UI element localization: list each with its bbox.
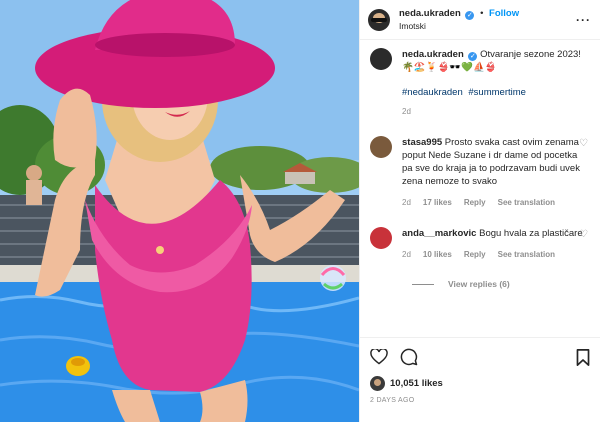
comments-section: neda.ukraden ✓ Otvaranje sezone 2023! 🌴🏖… <box>360 48 600 289</box>
post-photo[interactable] <box>0 0 359 422</box>
hashtag-link[interactable]: #nedaukraden <box>402 87 463 98</box>
commenter-username[interactable]: stasa995 <box>402 137 442 148</box>
hashtag-link[interactable]: #summertime <box>468 87 526 98</box>
comment-heart-icon[interactable]: ♡ <box>579 229 588 240</box>
comment-text: Bogu hvala za plastičare <box>479 228 583 239</box>
post-sidebar: neda.ukraden ✓ • Follow Imotski ··· neda… <box>359 0 600 422</box>
post-actions: 10,051 likes 2 DAYS AGO <box>360 337 600 404</box>
more-options-icon[interactable]: ··· <box>576 13 591 27</box>
replies-divider <box>412 283 434 285</box>
comment-time: 2d <box>402 198 411 207</box>
comment-meta: 2d 10 likes Reply See translation <box>402 248 587 261</box>
comment-time: 2d <box>402 250 411 259</box>
see-translation-button[interactable]: See translation <box>498 196 555 209</box>
follow-button[interactable]: Follow <box>489 8 519 19</box>
commenter-username[interactable]: anda__markovic <box>402 228 476 239</box>
commenter-avatar[interactable] <box>370 227 392 249</box>
likes-count[interactable]: 10,051 likes <box>390 378 443 389</box>
view-replies-label: View replies (6) <box>448 279 510 289</box>
commenter-avatar[interactable] <box>370 136 392 158</box>
comment-heart-icon[interactable]: ♡ <box>579 138 588 149</box>
post-header: neda.ukraden ✓ • Follow Imotski ··· <box>360 0 600 40</box>
caption-time: 2d <box>402 107 411 116</box>
bookmark-icon[interactable] <box>576 349 590 369</box>
verified-badge-icon: ✓ <box>465 10 475 20</box>
heart-icon[interactable] <box>370 349 388 365</box>
reply-button[interactable]: Reply <box>464 196 486 209</box>
posted-time: 2 DAYS AGO <box>370 397 415 404</box>
comment-likes[interactable]: 17 likes <box>423 196 452 209</box>
author-avatar[interactable] <box>368 8 390 31</box>
comment-icon[interactable] <box>400 348 418 366</box>
hashtags: #nedaukraden #summertime <box>402 86 587 99</box>
caption-avatar[interactable] <box>370 48 392 70</box>
view-replies-button[interactable]: View replies (6) <box>412 279 590 289</box>
post-caption: neda.ukraden ✓ Otvaranje sezone 2023! 🌴🏖… <box>370 48 590 118</box>
photo-illustration <box>0 0 359 422</box>
caption-username[interactable]: neda.ukraden <box>402 49 464 60</box>
comment-item: stasa995 Prosto svaka cast ovim zenama p… <box>370 136 590 209</box>
see-translation-button[interactable]: See translation <box>498 248 555 261</box>
verified-badge-icon: ✓ <box>468 52 478 61</box>
post-location[interactable]: Imotski <box>399 20 519 33</box>
comment-item: anda__markovic Bogu hvala za plastičare … <box>370 227 590 261</box>
author-username[interactable]: neda.ukraden <box>399 8 461 19</box>
separator-dot: • <box>480 7 484 19</box>
comment-likes[interactable]: 10 likes <box>423 248 452 261</box>
comment-meta: 2d 17 likes Reply See translation <box>402 196 587 209</box>
liker-avatar[interactable] <box>370 376 385 391</box>
reply-button[interactable]: Reply <box>464 248 486 261</box>
